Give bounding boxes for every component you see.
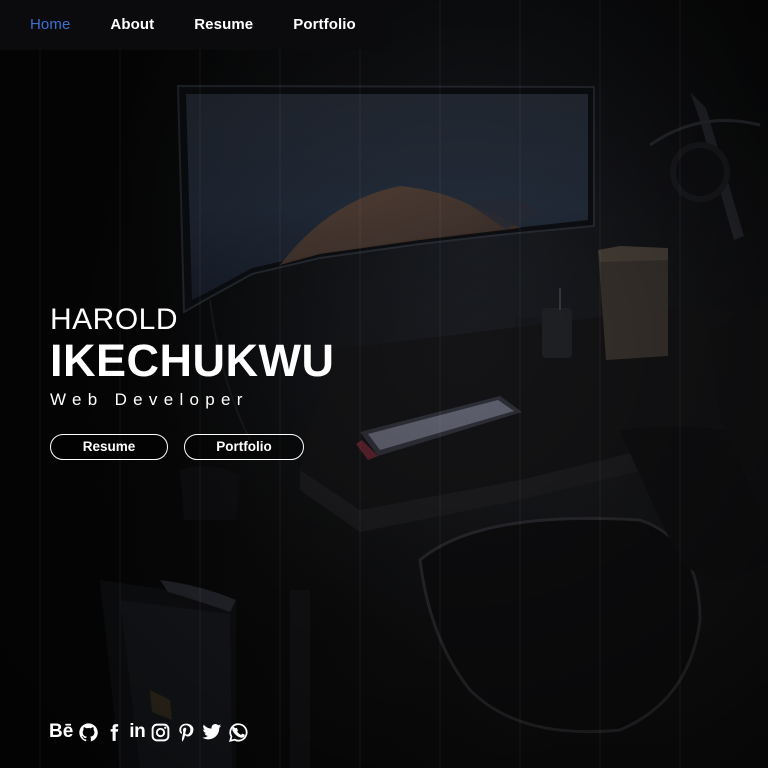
hero-first-name: HAROLD bbox=[50, 303, 179, 336]
nav-link-portfolio[interactable]: Portfolio bbox=[293, 0, 356, 50]
twitter-icon[interactable] bbox=[201, 720, 223, 744]
portfolio-button[interactable]: Portfolio bbox=[184, 434, 304, 460]
whatsapp-icon[interactable] bbox=[228, 720, 249, 744]
pinterest-icon[interactable] bbox=[176, 720, 196, 744]
facebook-icon[interactable] bbox=[104, 720, 124, 744]
github-icon[interactable] bbox=[78, 720, 99, 744]
linkedin-icon[interactable]: in bbox=[129, 720, 145, 744]
nav-link-about[interactable]: About bbox=[110, 0, 154, 50]
behance-icon[interactable]: Bē bbox=[49, 720, 73, 744]
hero-page: Home About Resume Portfolio HAROLD IKECH… bbox=[0, 0, 768, 768]
hero-last-name: IKECHUKWU bbox=[50, 335, 335, 386]
top-navigation: Home About Resume Portfolio bbox=[0, 0, 392, 50]
hero-role: Web Developer bbox=[50, 390, 249, 409]
resume-button[interactable]: Resume bbox=[50, 434, 168, 460]
nav-link-home[interactable]: Home bbox=[30, 0, 70, 50]
instagram-icon[interactable] bbox=[150, 720, 171, 744]
nav-link-resume[interactable]: Resume bbox=[194, 0, 253, 50]
social-links: Bē in bbox=[49, 720, 254, 744]
